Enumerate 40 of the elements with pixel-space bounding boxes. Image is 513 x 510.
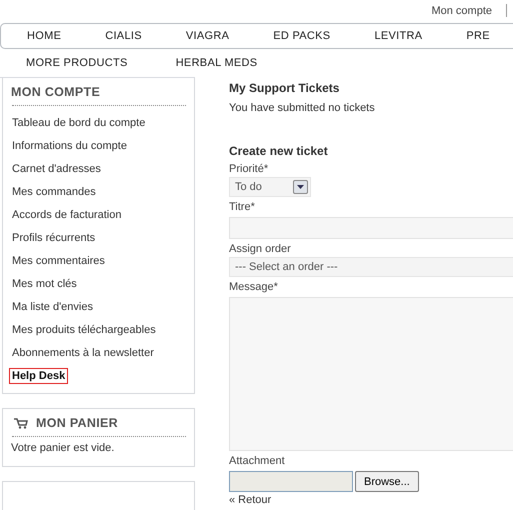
nav-link[interactable]: PRE (466, 30, 490, 42)
nav-link[interactable]: LEVITRA (374, 30, 422, 42)
account-menu-item[interactable]: Tableau de bord du compte (9, 114, 148, 130)
nav-link[interactable]: MORE PRODUCTS (26, 57, 128, 69)
empty-cart-text: Votre panier est vide. (11, 442, 116, 454)
order-select[interactable]: --- Select an order --- (229, 257, 513, 277)
section-heading: My Support Tickets (229, 81, 340, 95)
cart-icon (14, 418, 28, 428)
account-menu-item[interactable]: Ma liste d'envies (9, 298, 96, 314)
field-label: Assign order (229, 243, 292, 257)
back-link[interactable]: « Retour (229, 494, 513, 506)
priority-select[interactable]: To do (229, 177, 311, 197)
panel-title: MON PANIER (36, 416, 118, 430)
nav-link[interactable]: ED PACKS (273, 30, 330, 42)
nav-link[interactable]: VIAGRA (186, 30, 230, 42)
file-path-input[interactable] (229, 471, 353, 492)
browse-button[interactable]: Browse... (355, 471, 419, 492)
field-label: Titre* (229, 201, 256, 215)
panel-title: MON COMPTE (11, 85, 102, 99)
field-label: Priorité* (229, 163, 270, 177)
account-menu-item[interactable]: Mes commentaires (9, 252, 108, 268)
field-label: Attachment (229, 455, 286, 469)
account-menu-item[interactable]: Help Desk (9, 368, 68, 384)
nav-link[interactable]: HERBAL MEDS (176, 57, 258, 69)
nav-link[interactable]: CIALIS (105, 30, 142, 42)
account-link[interactable]: Mon compte (431, 4, 492, 16)
account-menu-item[interactable]: Abonnements à la newsletter (9, 344, 157, 360)
field-label: Message* (229, 281, 279, 295)
account-menu-item[interactable]: Mes produits téléchargeables (9, 322, 159, 338)
account-menu-item[interactable]: Accords de facturation (9, 206, 124, 222)
account-menu-item[interactable]: Mes mot clés (9, 276, 80, 292)
message-textarea[interactable] (229, 297, 513, 451)
section-heading: Create new ticket (229, 144, 329, 158)
title-input[interactable] (229, 217, 513, 239)
account-menu-item[interactable]: Carnet d'adresses (9, 160, 104, 176)
nav-link[interactable]: HOME (27, 30, 62, 42)
no-tickets-text: You have submitted no tickets (229, 102, 376, 114)
account-menu-item[interactable]: Profils récurrents (9, 230, 98, 246)
account-menu-item[interactable]: Informations du compte (9, 138, 130, 154)
account-menu-item[interactable]: Mes commandes (9, 184, 99, 200)
